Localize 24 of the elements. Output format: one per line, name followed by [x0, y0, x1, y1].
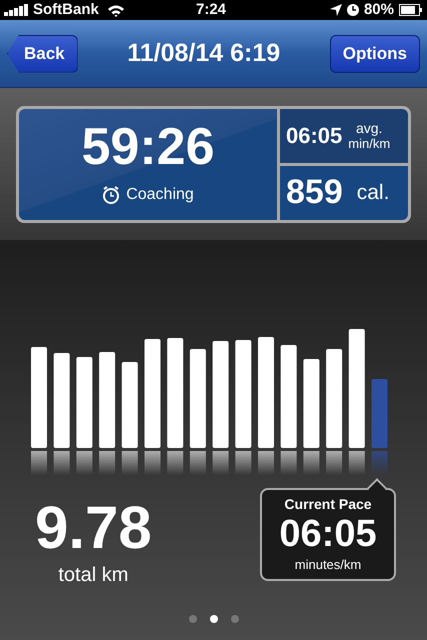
calories-value: 859 — [286, 172, 343, 213]
alarm-clock-icon — [102, 186, 120, 204]
carrier-name: SoftBank — [33, 0, 99, 20]
distance-value: 9.78 — [35, 498, 152, 558]
options-button[interactable]: Options — [330, 34, 420, 72]
battery-icon — [399, 4, 423, 16]
wifi-icon — [106, 4, 125, 16]
calories-unit: cal. — [356, 180, 390, 206]
screen-title: 11/08/14 6:19 — [127, 38, 280, 69]
back-button[interactable]: Back — [7, 34, 78, 72]
battery-percent: 80% — [364, 0, 394, 20]
coaching-label: Coaching — [126, 185, 194, 205]
alarm-clock-icon — [346, 4, 359, 16]
average-label: avg. — [356, 120, 382, 136]
average-pace-value: 06:05 — [286, 122, 342, 150]
current-pace-title: Current Pace — [284, 495, 372, 514]
current-pace-unit: minutes/km — [294, 556, 362, 574]
location-arrow-icon — [330, 4, 342, 16]
duration-value: 59:26 — [82, 121, 214, 173]
signal-icon — [4, 4, 30, 16]
pace-unit-label: min/km — [348, 136, 390, 152]
current-pace-value: 06:05 — [279, 515, 377, 554]
clock-time: 7:24 — [196, 0, 226, 20]
distance-unit: total km — [58, 563, 128, 588]
